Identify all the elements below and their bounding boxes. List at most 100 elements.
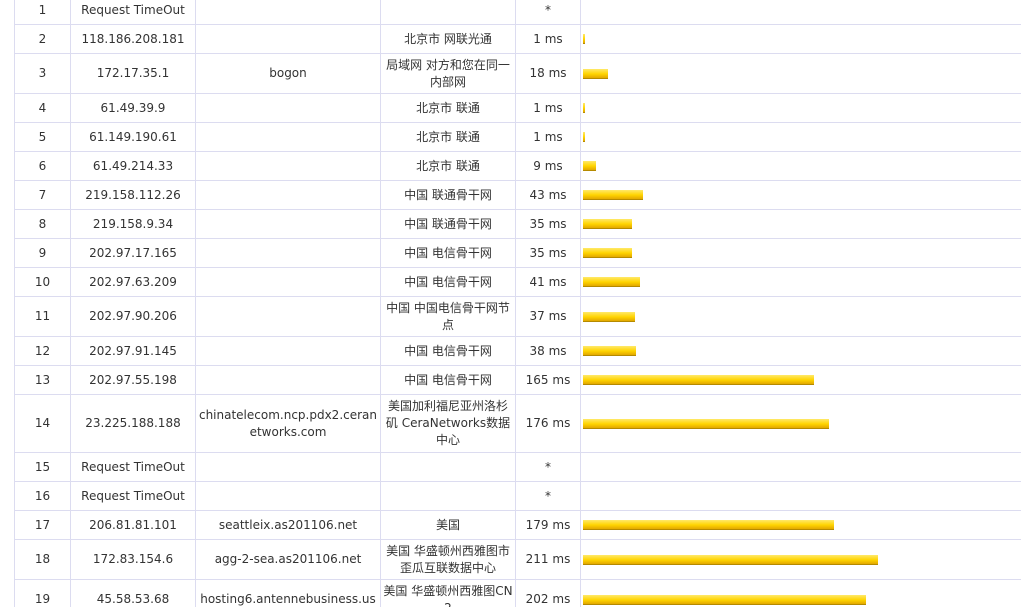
hop-location: 北京市 联通 — [380, 93, 516, 123]
hop-ip: 202.97.63.209 — [70, 267, 196, 297]
hop-location — [380, 452, 516, 482]
traceroute-table: 1 Request TimeOut * 2 118.186.208.181 北京市 网联光… — [14, 0, 1021, 607]
hop-ip: 118.186.208.181 — [70, 24, 196, 54]
hop-number: 18 — [14, 539, 71, 580]
latency-bar — [583, 219, 632, 229]
hop-time: 202 ms — [515, 579, 581, 607]
hop-location: 中国 中国电信骨干网节点 — [380, 296, 516, 337]
hop-row: 12 202.97.91.145 中国 电信骨干网 38 ms — [14, 336, 1021, 366]
hop-time: 43 ms — [515, 180, 581, 210]
hop-hostname — [195, 365, 381, 395]
hop-hostname — [195, 238, 381, 268]
hop-row: 15 Request TimeOut * — [14, 452, 1021, 482]
hop-row: 11 202.97.90.206 中国 中国电信骨干网节点 37 ms — [14, 296, 1021, 337]
hop-location: 北京市 联通 — [380, 122, 516, 152]
hop-ip: 206.81.81.101 — [70, 510, 196, 540]
hop-time: 18 ms — [515, 53, 581, 94]
hop-time: 179 ms — [515, 510, 581, 540]
hop-ip: 202.97.17.165 — [70, 238, 196, 268]
latency-bar-cell — [580, 539, 1021, 580]
latency-bar-cell — [580, 579, 1021, 607]
hop-row: 5 61.149.190.61 北京市 联通 1 ms — [14, 122, 1021, 152]
latency-bar-cell — [580, 336, 1021, 366]
hop-location: 美国 — [380, 510, 516, 540]
hop-hostname: chinatelecom.ncp.pdx2.ceranetworks.com — [195, 394, 381, 453]
latency-bar-cell — [580, 452, 1021, 482]
hop-hostname — [195, 122, 381, 152]
latency-bar — [583, 34, 585, 44]
hop-number: 11 — [14, 296, 71, 337]
hop-time: * — [515, 452, 581, 482]
hop-hostname — [195, 151, 381, 181]
hop-location: 北京市 联通 — [380, 151, 516, 181]
latency-bar — [583, 103, 585, 113]
latency-bar — [583, 418, 829, 429]
hop-row: 6 61.49.214.33 北京市 联通 9 ms — [14, 151, 1021, 181]
hop-location: 中国 电信骨干网 — [380, 267, 516, 297]
hop-row: 3 172.17.35.1 bogon 局域网 对方和您在同一内部网 18 ms — [14, 53, 1021, 94]
hop-hostname — [195, 93, 381, 123]
hop-ip: 172.83.154.6 — [70, 539, 196, 580]
hop-time: 1 ms — [515, 93, 581, 123]
hop-number: 15 — [14, 452, 71, 482]
latency-bar-cell — [580, 267, 1021, 297]
latency-bar — [583, 594, 866, 605]
hop-hostname — [195, 452, 381, 482]
hop-location: 中国 电信骨干网 — [380, 365, 516, 395]
hop-location: 美国 华盛顿州西雅图市歪瓜互联数据中心 — [380, 539, 516, 580]
hop-row: 1 Request TimeOut * — [14, 0, 1021, 25]
latency-bar — [583, 277, 640, 287]
hop-row: 16 Request TimeOut * — [14, 481, 1021, 511]
hop-number: 3 — [14, 53, 71, 94]
hop-time: 35 ms — [515, 209, 581, 239]
hop-ip: 61.49.214.33 — [70, 151, 196, 181]
hop-location — [380, 481, 516, 511]
hop-ip: 202.97.91.145 — [70, 336, 196, 366]
latency-bar-cell — [580, 394, 1021, 453]
hop-ip: 219.158.9.34 — [70, 209, 196, 239]
hop-hostname — [195, 336, 381, 366]
hop-hostname — [195, 296, 381, 337]
hop-row: 7 219.158.112.26 中国 联通骨干网 43 ms — [14, 180, 1021, 210]
hop-location: 中国 电信骨干网 — [380, 336, 516, 366]
hop-row: 14 23.225.188.188 chinatelecom.ncp.pdx2.ce… — [14, 394, 1021, 453]
hop-number: 6 — [14, 151, 71, 181]
hop-hostname — [195, 180, 381, 210]
hop-number: 8 — [14, 209, 71, 239]
latency-bar-cell — [580, 151, 1021, 181]
hop-number: 2 — [14, 24, 71, 54]
latency-bar-cell — [580, 510, 1021, 540]
latency-bar — [583, 554, 878, 565]
hop-time: * — [515, 481, 581, 511]
latency-bar — [583, 68, 608, 79]
hop-ip: 61.49.39.9 — [70, 93, 196, 123]
latency-bar — [583, 520, 834, 530]
hop-row: 2 118.186.208.181 北京市 网联光通 1 ms — [14, 24, 1021, 54]
hop-location — [380, 0, 516, 25]
traceroute-result: 1 Request TimeOut * 2 118.186.208.181 北京市 网联光… — [0, 0, 1021, 607]
latency-bar-cell — [580, 365, 1021, 395]
latency-bar-cell — [580, 24, 1021, 54]
latency-bar — [583, 346, 636, 356]
hop-hostname: seattleix.as201106.net — [195, 510, 381, 540]
hop-number: 13 — [14, 365, 71, 395]
hop-location: 中国 电信骨干网 — [380, 238, 516, 268]
hop-number: 19 — [14, 579, 71, 607]
hop-number: 17 — [14, 510, 71, 540]
hop-time: 1 ms — [515, 122, 581, 152]
hop-location: 中国 联通骨干网 — [380, 209, 516, 239]
hop-location: 中国 联通骨干网 — [380, 180, 516, 210]
latency-bar-cell — [580, 0, 1021, 25]
hop-number: 7 — [14, 180, 71, 210]
hop-ip: Request TimeOut — [70, 0, 196, 25]
hop-ip: 61.149.190.61 — [70, 122, 196, 152]
hop-number: 4 — [14, 93, 71, 123]
hop-row: 10 202.97.63.209 中国 电信骨干网 41 ms — [14, 267, 1021, 297]
latency-bar — [583, 311, 635, 322]
hop-time: 176 ms — [515, 394, 581, 453]
hop-ip: 45.58.53.68 — [70, 579, 196, 607]
latency-bar — [583, 375, 814, 385]
hop-number: 14 — [14, 394, 71, 453]
latency-bar — [583, 161, 596, 171]
latency-bar-cell — [580, 122, 1021, 152]
